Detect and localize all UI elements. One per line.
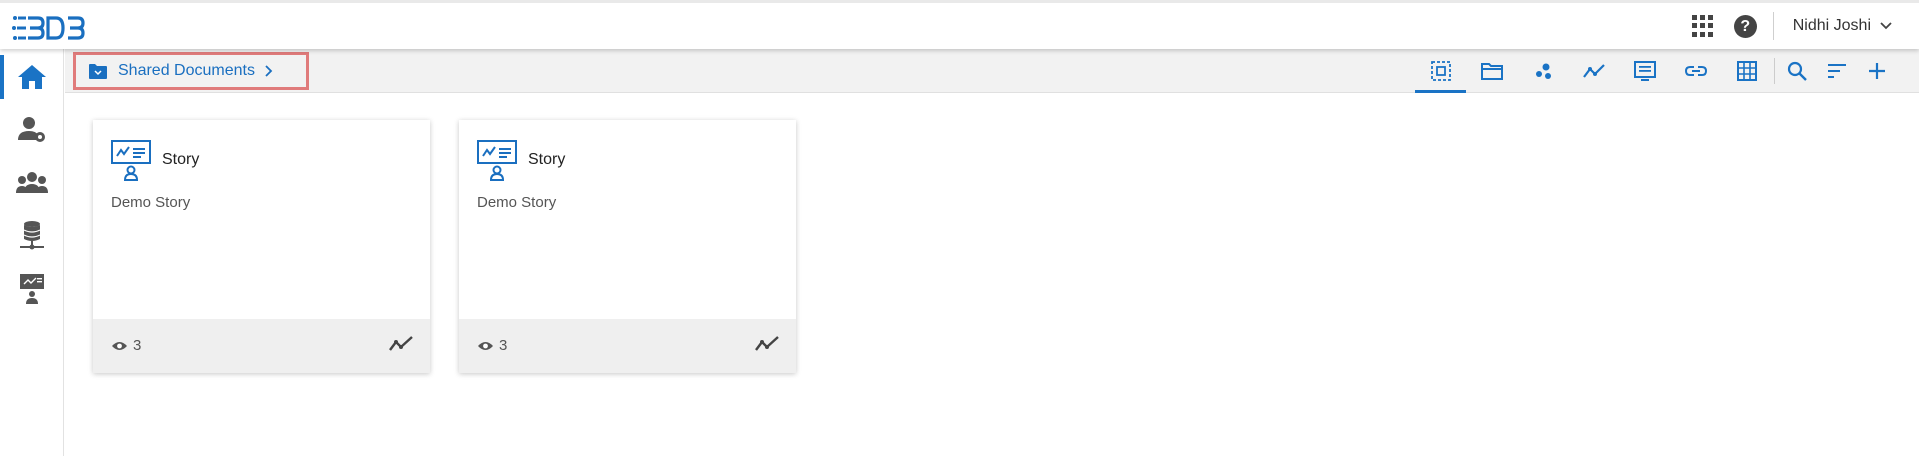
- sub-toolbar: Shared Documents: [65, 49, 1919, 93]
- chevron-down-icon[interactable]: [1879, 19, 1893, 33]
- story-icon: [111, 140, 151, 181]
- sidebar-item-user-settings[interactable]: [0, 105, 64, 155]
- breadcrumb-label[interactable]: Shared Documents: [118, 62, 255, 80]
- sidebar-item-home[interactable]: [0, 52, 64, 102]
- sidebar: [0, 49, 64, 456]
- tool-link[interactable]: [1670, 49, 1721, 93]
- select-all-icon: [1430, 61, 1451, 81]
- view-toolbar: [1415, 49, 1897, 93]
- user-name[interactable]: Nidhi Joshi: [1793, 17, 1871, 35]
- tool-grid-view[interactable]: [1721, 49, 1772, 93]
- link-icon: [1684, 66, 1707, 76]
- sort-icon: [1828, 64, 1846, 78]
- line-chart-icon[interactable]: [388, 334, 414, 354]
- card-footer: 3: [93, 319, 430, 373]
- user-gear-icon: [18, 117, 45, 142]
- eye-icon: [112, 341, 127, 350]
- story-card[interactable]: Story Demo Story 3: [459, 120, 796, 373]
- presentation-user-icon: [20, 274, 44, 304]
- add-icon: [1869, 63, 1885, 79]
- tool-add[interactable]: [1857, 49, 1897, 93]
- view-count: 3: [499, 337, 508, 354]
- apps-grid-icon[interactable]: [1691, 15, 1714, 37]
- folder-icon: [1480, 63, 1503, 80]
- search-icon: [1787, 61, 1807, 81]
- help-icon[interactable]: ?: [1733, 14, 1757, 38]
- tool-list-view[interactable]: [1619, 49, 1670, 93]
- sidebar-item-data-connectors[interactable]: [0, 211, 64, 261]
- breadcrumb[interactable]: Shared Documents: [73, 52, 309, 90]
- bdb-logo[interactable]: [12, 13, 90, 43]
- tool-sort[interactable]: [1817, 49, 1857, 93]
- card-description: Demo Story: [111, 194, 191, 211]
- home-icon: [18, 65, 46, 89]
- users-group-icon: [16, 172, 48, 193]
- scatter-chart-icon: [1535, 63, 1551, 79]
- card-footer: 3: [459, 319, 796, 373]
- tool-line-chart[interactable]: [1568, 49, 1619, 93]
- card-type: Story: [162, 151, 200, 168]
- story-icon: [477, 140, 517, 181]
- sidebar-item-presenter[interactable]: [0, 264, 64, 314]
- folder-icon: [89, 63, 107, 79]
- tool-folder[interactable]: [1466, 49, 1517, 93]
- eye-icon: [478, 341, 493, 350]
- toolbar-divider: [1774, 58, 1775, 84]
- database-network-icon: [20, 221, 44, 250]
- list-view-icon: [1633, 61, 1656, 81]
- tool-select-all[interactable]: [1415, 49, 1466, 93]
- top-bar: ? Nidhi Joshi: [0, 0, 1919, 49]
- tool-scatter-chart[interactable]: [1517, 49, 1568, 93]
- grid-view-icon: [1736, 61, 1757, 81]
- card-description: Demo Story: [477, 194, 557, 211]
- story-card[interactable]: Story Demo Story 3: [93, 120, 430, 373]
- sidebar-item-groups[interactable]: [0, 158, 64, 208]
- tool-search[interactable]: [1777, 49, 1817, 93]
- header-divider: [1772, 12, 1774, 40]
- line-chart-icon[interactable]: [754, 334, 780, 354]
- line-chart-icon: [1582, 64, 1605, 78]
- card-type: Story: [528, 151, 566, 168]
- chevron-right-icon: [265, 65, 273, 77]
- view-count: 3: [133, 337, 142, 354]
